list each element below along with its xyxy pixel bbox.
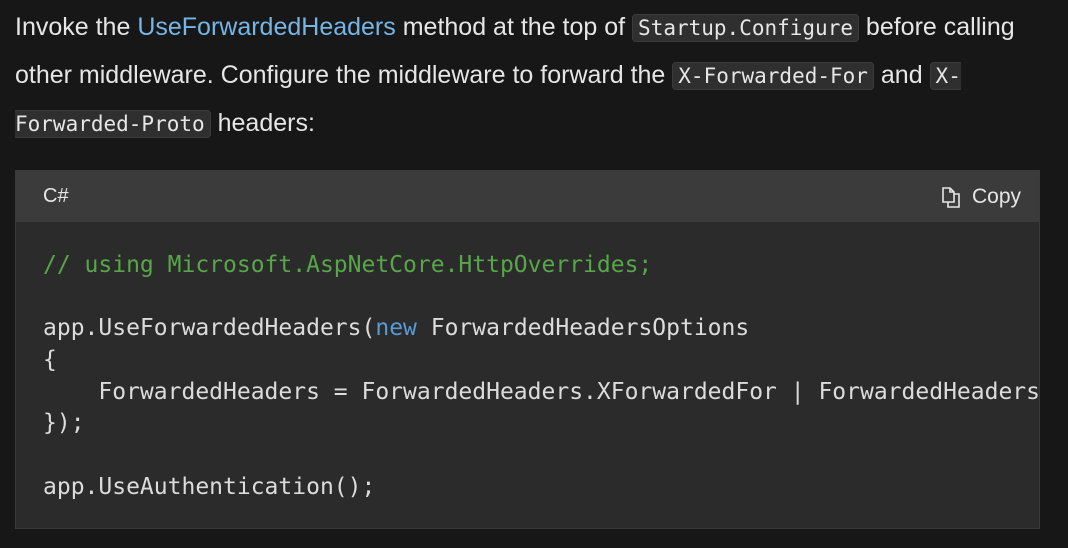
- inline-code-startup-configure: Startup.Configure: [632, 14, 859, 42]
- code-line-comment: // using Microsoft.AspNetCore.HttpOverri…: [43, 252, 653, 278]
- code-line-use-forwarded-headers: app.UseForwardedHeaders(new ForwardedHea…: [43, 313, 1039, 345]
- paragraph-text: and: [873, 61, 930, 89]
- copy-label: Copy: [971, 184, 1021, 208]
- code-body[interactable]: // using Microsoft.AspNetCore.HttpOverri…: [16, 222, 1039, 504]
- code-line-close: });: [43, 410, 85, 437]
- code-keyword-new: new: [375, 315, 417, 342]
- copy-icon: [940, 186, 962, 208]
- code-language-label: C#: [43, 185, 69, 207]
- code-token: app.UseForwardedHeaders(: [43, 315, 376, 342]
- paragraph-text: headers:: [210, 109, 315, 137]
- paragraph-text: method at the top of: [395, 13, 633, 41]
- code-block: C# Copy // using Microsoft.AspNetCore.Ht…: [15, 170, 1040, 529]
- code-token: ForwardedHeadersOptions: [416, 315, 750, 342]
- copy-button[interactable]: Copy: [940, 185, 1021, 209]
- code-line-use-authentication: app.UseAuthentication();: [43, 473, 376, 500]
- code-block-header: C# Copy: [16, 171, 1039, 222]
- usforwardedheaders-link[interactable]: UseForwardedHeaders: [137, 13, 395, 41]
- code-line-open-brace: {: [43, 347, 57, 374]
- intro-paragraph: Invoke the UseForwardedHeaders method at…: [15, 4, 1055, 148]
- inline-code-x-forwarded-for: X-Forwarded-For: [672, 62, 874, 90]
- paragraph-text: Invoke the: [15, 13, 138, 41]
- code-line-forwarded-headers-assignment: ForwardedHeaders = ForwardedHeaders.XFor…: [98, 378, 1040, 405]
